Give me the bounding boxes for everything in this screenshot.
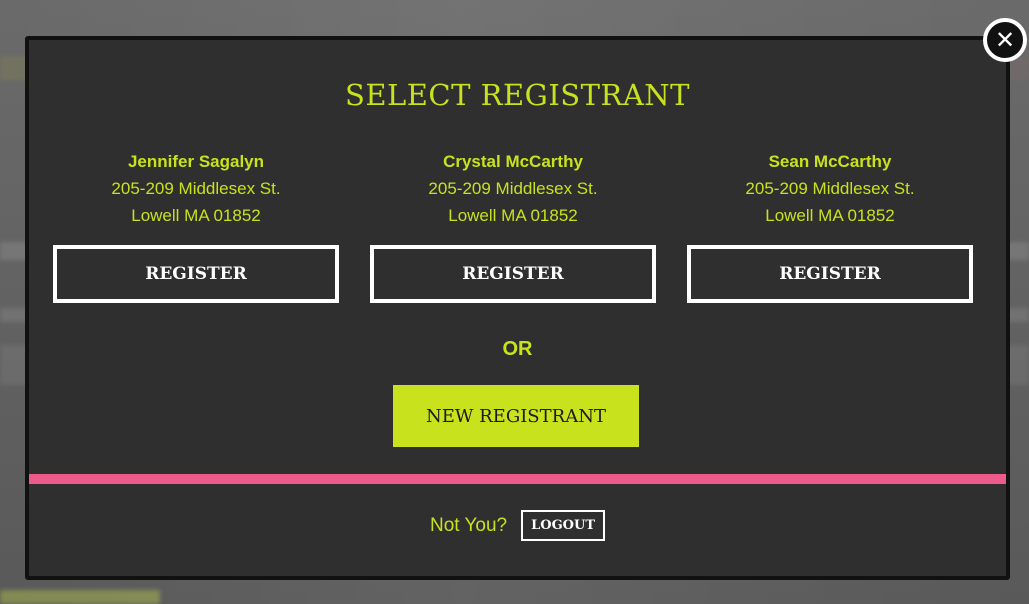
registrant-address-line1: 205-209 Middlesex St. <box>428 179 598 198</box>
modal-title: SELECT REGISTRANT <box>344 78 691 112</box>
not-you-label: Not You? <box>429 514 508 536</box>
registrant-card: Crystal McCarthy 205-209 Middlesex St. L… <box>370 148 656 229</box>
new-registrant-button[interactable]: NEW REGISTRANT <box>393 385 639 447</box>
modal-footer: Not You? LOGOUT <box>29 510 1006 541</box>
logout-button[interactable]: LOGOUT <box>521 510 606 541</box>
registrant-address-line1: 205-209 Middlesex St. <box>111 179 281 198</box>
pink-divider <box>29 474 1006 484</box>
registrant-address-line1: 205-209 Middlesex St. <box>745 179 915 198</box>
register-button-jennifer-sagalyn[interactable]: REGISTER <box>53 245 339 303</box>
registrant-name: Crystal McCarthy <box>443 152 583 171</box>
registrant-card: Sean McCarthy 205-209 Middlesex St. Lowe… <box>687 148 973 229</box>
registrant-address-line2: Lowell MA 01852 <box>448 206 578 225</box>
register-button-crystal-mccarthy[interactable]: REGISTER <box>370 245 656 303</box>
close-icon[interactable]: ✕ <box>983 18 1027 62</box>
registrant-card: Jennifer Sagalyn 205-209 Middlesex St. L… <box>53 148 339 229</box>
select-registrant-modal: SELECT REGISTRANT Jennifer Sagalyn 205-2… <box>25 36 1010 580</box>
registrant-address-line2: Lowell MA 01852 <box>765 206 895 225</box>
register-button-sean-mccarthy[interactable]: REGISTER <box>687 245 973 303</box>
registrant-address-line2: Lowell MA 01852 <box>131 206 261 225</box>
registrant-name: Jennifer Sagalyn <box>127 152 265 171</box>
or-separator: OR <box>502 338 533 360</box>
registrant-name: Sean McCarthy <box>768 152 892 171</box>
background-band <box>0 590 160 604</box>
